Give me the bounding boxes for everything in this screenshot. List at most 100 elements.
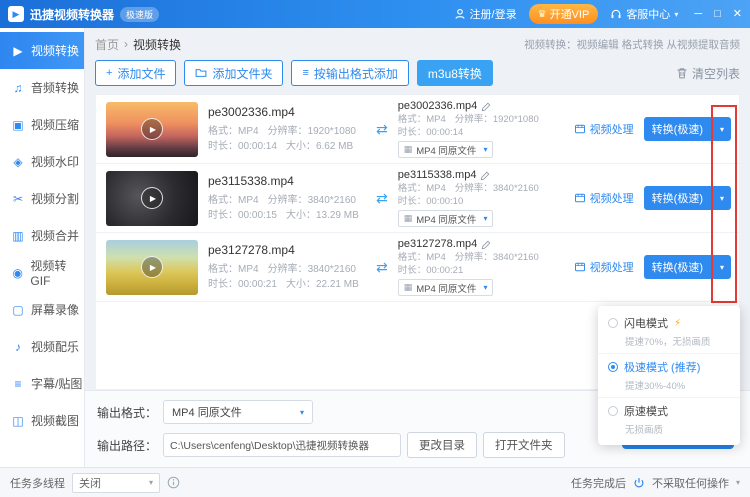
sidebar-item-video-music[interactable]: ♪ 视频配乐 bbox=[0, 328, 84, 365]
add-file-button[interactable]: + 添加文件 bbox=[95, 60, 176, 86]
info-icon[interactable] bbox=[167, 476, 180, 489]
video-process-link[interactable]: 视频处理 bbox=[574, 259, 634, 275]
row-output-format-select[interactable]: ▦ MP4 同原文件 ▾ bbox=[398, 141, 494, 158]
rename-icon[interactable] bbox=[480, 171, 490, 181]
breadcrumb-home[interactable]: 首页 bbox=[95, 36, 119, 53]
toolbar: + 添加文件 添加文件夹 ≡ 按输出格式添加 m3u8转换 清空列表 bbox=[95, 60, 740, 86]
mode-option-label: 闪电模式 bbox=[624, 315, 668, 331]
row-output-format-select[interactable]: ▦ MP4 同原文件 ▾ bbox=[398, 210, 494, 227]
video-thumbnail[interactable]: ▶ bbox=[106, 240, 198, 295]
video-process-label: 视频处理 bbox=[590, 121, 634, 137]
video-music-icon: ♪ bbox=[11, 340, 25, 354]
open-folder-button[interactable]: 打开文件夹 bbox=[483, 432, 565, 458]
convert-mode-dropdown-button[interactable]: ▾ bbox=[713, 186, 731, 210]
statusbar: 任务多线程 关闭 ▾ 任务完成后 不采取任何操作 ▾ bbox=[0, 467, 750, 497]
edition-badge: 极速版 bbox=[120, 7, 159, 22]
multithread-select[interactable]: 关闭 ▾ bbox=[72, 473, 160, 493]
sidebar-item-screen-record[interactable]: ▢ 屏幕录像 bbox=[0, 291, 84, 328]
file-row: ▶ pe3127278.mp4 格式：MP4分辨率：3840*2160 时长：0… bbox=[96, 233, 739, 302]
sidebar-item-video-snapshot[interactable]: ◫ 视频截图 bbox=[0, 402, 84, 439]
add-folder-button[interactable]: 添加文件夹 bbox=[184, 60, 283, 86]
caret-down-icon: ▾ bbox=[736, 478, 740, 487]
video-thumbnail[interactable]: ▶ bbox=[106, 171, 198, 226]
sidebar-item-subtitle-sticker[interactable]: ≡ 字幕/贴图 bbox=[0, 365, 84, 402]
caret-down-icon: ▾ bbox=[720, 125, 724, 134]
row-output-format-value: MP4 同原文件 bbox=[416, 212, 476, 226]
rename-icon[interactable] bbox=[481, 102, 491, 112]
multithread-label: 任务多线程 bbox=[10, 475, 65, 491]
convert-button[interactable]: 转换(极速) bbox=[644, 186, 711, 210]
source-filename: pe3002336.mp4 bbox=[208, 105, 366, 119]
m3u8-label: m3u8转换 bbox=[428, 65, 482, 82]
sidebar-item-video-merge[interactable]: ▥ 视频合并 bbox=[0, 217, 84, 254]
sidebar-item-video-convert[interactable]: ▶ 视频转换 bbox=[0, 32, 84, 69]
lightning-icon: ⚡ bbox=[674, 318, 681, 329]
caret-down-icon: ▾ bbox=[149, 478, 153, 487]
output-info: pe3002336.mp4 格式：MP4分辨率：1920*1080 时长：00:… bbox=[398, 100, 548, 158]
screen-record-icon: ▢ bbox=[11, 303, 25, 317]
caret-down-icon: ▾ bbox=[300, 408, 304, 417]
after-task-label: 任务完成后 bbox=[571, 475, 626, 491]
row-output-format-select[interactable]: ▦ MP4 同原文件 ▾ bbox=[398, 279, 494, 296]
source-filename: pe3127278.mp4 bbox=[208, 243, 366, 257]
convert-button[interactable]: 转换(极速) bbox=[644, 117, 711, 141]
clapper-icon bbox=[574, 261, 586, 273]
mode-option-fast[interactable]: 极速模式 (推荐) 提速30%-40% bbox=[598, 353, 740, 397]
output-filename: pe3127278.mp4 bbox=[398, 238, 478, 251]
output-filename: pe3115338.mp4 bbox=[398, 169, 477, 182]
window-controls: ─ □ ✕ bbox=[694, 9, 742, 20]
login-button[interactable]: 注册/登录 bbox=[454, 6, 517, 22]
convert-button[interactable]: 转换(极速) bbox=[644, 255, 711, 279]
sidebar-item-label: 视频压缩 bbox=[31, 116, 79, 133]
sidebar-item-label: 字幕/贴图 bbox=[31, 375, 82, 392]
sidebar-item-label: 视频转换 bbox=[31, 42, 79, 59]
add-by-format-button[interactable]: ≡ 按输出格式添加 bbox=[291, 60, 408, 86]
caret-down-icon: ▾ bbox=[483, 214, 487, 223]
sidebar-item-video-to-gif[interactable]: ◉ 视频转GIF bbox=[0, 254, 84, 291]
output-path-input[interactable] bbox=[163, 433, 401, 457]
mode-option-lightning[interactable]: 闪电模式 ⚡ 提速70%，无损画质 bbox=[598, 310, 740, 353]
mode-option-desc: 无损画质 bbox=[625, 422, 730, 436]
video-process-label: 视频处理 bbox=[590, 259, 634, 275]
chevron-down-icon: ▾ bbox=[674, 10, 678, 19]
video-process-link[interactable]: 视频处理 bbox=[574, 121, 634, 137]
sidebar-item-label: 屏幕录像 bbox=[31, 301, 79, 318]
minimize-button[interactable]: ─ bbox=[694, 9, 702, 20]
video-compress-icon: ▣ bbox=[11, 118, 25, 132]
play-icon[interactable]: ▶ bbox=[141, 256, 163, 278]
m3u8-convert-button[interactable]: m3u8转换 bbox=[417, 60, 493, 86]
video-thumbnail[interactable]: ▶ bbox=[106, 102, 198, 157]
sidebar-item-video-compress[interactable]: ▣ 视频压缩 bbox=[0, 106, 84, 143]
sidebar-item-video-watermark[interactable]: ◈ 视频水印 bbox=[0, 143, 84, 180]
maximize-button[interactable]: □ bbox=[714, 9, 721, 20]
mode-option-original[interactable]: 原速模式 无损画质 bbox=[598, 397, 740, 441]
radio-selected-icon bbox=[608, 362, 618, 372]
video-process-link[interactable]: 视频处理 bbox=[574, 190, 634, 206]
titlebar-right: 注册/登录 ♛ 开通VIP 客服中心 ▾ ─ □ ✕ bbox=[454, 4, 742, 24]
play-icon[interactable]: ▶ bbox=[141, 187, 163, 209]
vip-button[interactable]: ♛ 开通VIP bbox=[529, 4, 599, 24]
power-icon bbox=[633, 477, 645, 489]
rename-icon[interactable] bbox=[481, 240, 491, 250]
sidebar-item-audio-convert[interactable]: ♫ 音频转换 bbox=[0, 69, 84, 106]
convert-mode-dropdown-button[interactable]: ▾ bbox=[713, 255, 731, 279]
trash-icon bbox=[676, 67, 688, 79]
watermark-icon: ◈ bbox=[11, 155, 25, 169]
clear-list-button[interactable]: 清空列表 bbox=[676, 65, 740, 82]
convert-mode-dropdown-button[interactable]: ▾ bbox=[713, 117, 731, 141]
crown-icon: ♛ bbox=[538, 9, 547, 20]
customer-service-button[interactable]: 客服中心 ▾ bbox=[610, 6, 678, 22]
after-task-control[interactable]: 任务完成后 不采取任何操作 ▾ bbox=[571, 475, 740, 491]
close-button[interactable]: ✕ bbox=[733, 9, 742, 20]
audio-convert-icon: ♫ bbox=[11, 81, 25, 95]
after-task-value: 不采取任何操作 bbox=[652, 475, 729, 491]
change-directory-button[interactable]: 更改目录 bbox=[407, 432, 477, 458]
video-process-label: 视频处理 bbox=[590, 190, 634, 206]
output-format-value: MP4 同原文件 bbox=[172, 404, 242, 420]
caret-down-icon: ▾ bbox=[720, 263, 724, 272]
play-icon[interactable]: ▶ bbox=[141, 118, 163, 140]
output-format-select[interactable]: MP4 同原文件 ▾ bbox=[163, 400, 313, 424]
sidebar-item-video-split[interactable]: ✂ 视频分割 bbox=[0, 180, 84, 217]
sidebar-item-label: 视频配乐 bbox=[31, 338, 79, 355]
mode-option-label: 原速模式 bbox=[624, 403, 668, 419]
